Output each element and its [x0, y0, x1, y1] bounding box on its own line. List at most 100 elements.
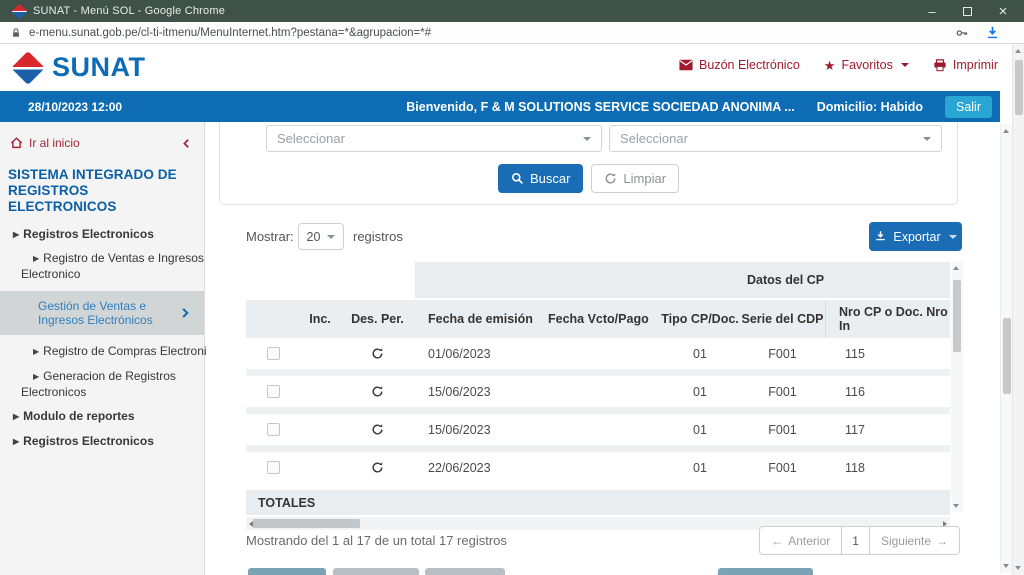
col-header-fecha-emision: Fecha de emisión	[415, 300, 535, 338]
close-button[interactable]: ×	[996, 4, 1010, 19]
filter-select-1[interactable]: Seleccionar	[266, 125, 602, 152]
sidebar-item-registro-compras[interactable]: ▶Registro de Compras Electronico	[0, 344, 204, 360]
session-datetime: 28/10/2023 12:00	[28, 100, 122, 114]
home-icon	[10, 137, 23, 149]
buzon-electronico-link[interactable]: Buzón Electrónico	[679, 58, 800, 72]
sidebar-item-modulo-reportes[interactable]: ▶Modulo de reportes	[0, 409, 204, 425]
refresh-icon[interactable]	[371, 423, 384, 436]
sidebar-item-registros-electronicos-2[interactable]: ▶Registros Electronicos	[0, 434, 204, 450]
cell-fecha-vcto-pago	[535, 414, 660, 445]
anterior-button[interactable]: ← Anterior	[760, 527, 842, 554]
page-scrollbar-thumb[interactable]	[1015, 60, 1023, 115]
col-header-tipo-cp-doc: Tipo CP/Doc.	[660, 300, 740, 338]
refresh-icon[interactable]	[371, 347, 384, 360]
cell-nro-cp: 117	[825, 414, 950, 445]
col-header-inc: Inc.	[300, 300, 340, 338]
scroll-up-icon[interactable]	[953, 266, 959, 270]
page-size-select[interactable]: 20	[298, 223, 344, 250]
key-icon[interactable]	[955, 26, 969, 40]
maximize-button[interactable]	[963, 7, 972, 16]
table-scrollbar-thumb[interactable]	[953, 280, 961, 352]
sunat-logo-icon	[11, 51, 45, 85]
sunat-favicon-icon	[12, 3, 28, 19]
row-checkbox[interactable]	[267, 385, 280, 398]
cell-serie-cdp: F001	[740, 376, 825, 407]
cell-serie-cdp: F001	[740, 452, 825, 483]
cutoff-button-stub	[333, 568, 419, 575]
col-header-serie-cdp: Serie del CDP	[740, 300, 825, 338]
cutoff-button-stub	[248, 568, 326, 575]
chevron-right-icon	[179, 307, 191, 319]
cell-fecha-emision: 15/06/2023	[415, 414, 535, 445]
col-header-fecha-vcto-pago: Fecha Vcto/Pago	[535, 300, 660, 338]
table-body: 01/06/2023 01 F001 115 15/06/2023 01 F00…	[246, 338, 950, 483]
buscar-button[interactable]: Buscar	[498, 164, 583, 193]
scroll-down-icon[interactable]	[953, 504, 959, 508]
refresh-icon[interactable]	[371, 385, 384, 398]
horizontal-scrollbar-thumb[interactable]	[253, 519, 360, 528]
triangle-bullet-icon: ▶	[33, 254, 39, 263]
exportar-button[interactable]: Exportar	[869, 222, 962, 251]
triangle-bullet-icon: ▶	[33, 372, 39, 381]
page-vertical-scrollbar[interactable]	[1012, 44, 1024, 575]
export-download-icon	[874, 230, 887, 243]
imprimir-link[interactable]: Imprimir	[933, 58, 998, 72]
cell-nro-cp: 116	[825, 376, 950, 407]
row-checkbox[interactable]	[267, 423, 280, 436]
frame-scrollbar-thumb[interactable]	[1003, 318, 1011, 394]
table-row: 01/06/2023 01 F001 115	[246, 338, 950, 369]
sidebar-item-registro-ventas-ingresos[interactable]: ▶Registro de Ventas e Ingresos Electroni…	[0, 251, 204, 282]
star-icon: ★	[824, 59, 836, 72]
cutoff-button-stub	[718, 568, 813, 575]
cell-nro-cp: 118	[825, 452, 950, 483]
sidebar-home-link[interactable]: Ir al inicio	[0, 122, 204, 150]
header-links: Buzón Electrónico ★ Favoritos Imprimir	[679, 58, 998, 72]
cell-tipo-cp-doc: 01	[660, 376, 740, 407]
sidebar-item-registros-electronicos[interactable]: ▶Registros Electronicos	[0, 227, 204, 243]
welcome-text: Bienvenido, F & M SOLUTIONS SERVICE SOCI…	[406, 100, 794, 114]
window-title: SUNAT - Menú SOL - Google Chrome	[33, 5, 225, 17]
cell-fecha-emision: 15/06/2023	[415, 376, 535, 407]
chevron-down-icon	[327, 235, 335, 239]
page-number[interactable]: 1	[842, 527, 870, 554]
sunat-logo: SUNAT	[16, 52, 146, 83]
frame-vertical-scrollbar[interactable]	[1000, 124, 1012, 573]
triangle-bullet-icon: ▶	[13, 437, 19, 446]
table-vertical-scrollbar[interactable]	[951, 262, 963, 512]
session-bar: 28/10/2023 12:00 Bienvenido, F & M SOLUT…	[0, 91, 1000, 122]
table-row: 15/06/2023 01 F001 116	[246, 376, 950, 407]
cell-serie-cdp: F001	[740, 338, 825, 369]
cell-fecha-vcto-pago	[535, 452, 660, 483]
minimize-button[interactable]: –	[925, 5, 939, 18]
download-icon[interactable]	[985, 25, 1000, 40]
sidebar-item-generacion-registros[interactable]: ▶Generacion de Registros Electronicos	[0, 369, 204, 400]
limpiar-button[interactable]: Limpiar	[591, 164, 679, 193]
table-header-row: Inc. Des. Per. Fecha de emisión Fecha Vc…	[246, 300, 950, 338]
browser-url-bar[interactable]: e-menu.sunat.gob.pe/cl-ti-itmenu/MenuInt…	[0, 22, 1024, 44]
chevron-left-icon[interactable]	[181, 138, 192, 149]
salir-button[interactable]: Salir	[945, 96, 992, 118]
row-checkbox[interactable]	[267, 461, 280, 474]
arrow-right-icon: →	[936, 534, 948, 548]
sunat-logo-text: SUNAT	[52, 52, 146, 83]
cutoff-button-stub	[425, 568, 505, 575]
scroll-down-icon[interactable]	[1003, 564, 1009, 568]
refresh-icon[interactable]	[371, 461, 384, 474]
scroll-down-icon[interactable]	[1015, 566, 1021, 570]
scroll-up-icon[interactable]	[1015, 49, 1021, 53]
siguiente-button[interactable]: Siguiente →	[870, 527, 959, 554]
row-checkbox[interactable]	[267, 347, 280, 360]
scroll-up-icon[interactable]	[1003, 129, 1009, 133]
printer-icon	[933, 59, 947, 72]
window-titlebar: SUNAT - Menú SOL - Google Chrome – ×	[0, 0, 1024, 22]
mostrar-label: Mostrar:	[246, 229, 294, 244]
favoritos-menu[interactable]: ★ Favoritos	[824, 58, 909, 72]
site-header: SUNAT Buzón Electrónico ★ Favoritos Impr…	[0, 44, 1024, 91]
sidebar-item-gestion-ventas-selected[interactable]: Gestión de Ventas e Ingresos Electrónico…	[0, 291, 204, 335]
table-group-header-row: Datos del CP	[246, 262, 950, 300]
filter-select-2[interactable]: Seleccionar	[609, 125, 942, 152]
cell-tipo-cp-doc: 01	[660, 452, 740, 483]
cell-tipo-cp-doc: 01	[660, 414, 740, 445]
url-text[interactable]: e-menu.sunat.gob.pe/cl-ti-itmenu/MenuInt…	[29, 27, 431, 39]
totales-row: TOTALES	[246, 490, 950, 515]
